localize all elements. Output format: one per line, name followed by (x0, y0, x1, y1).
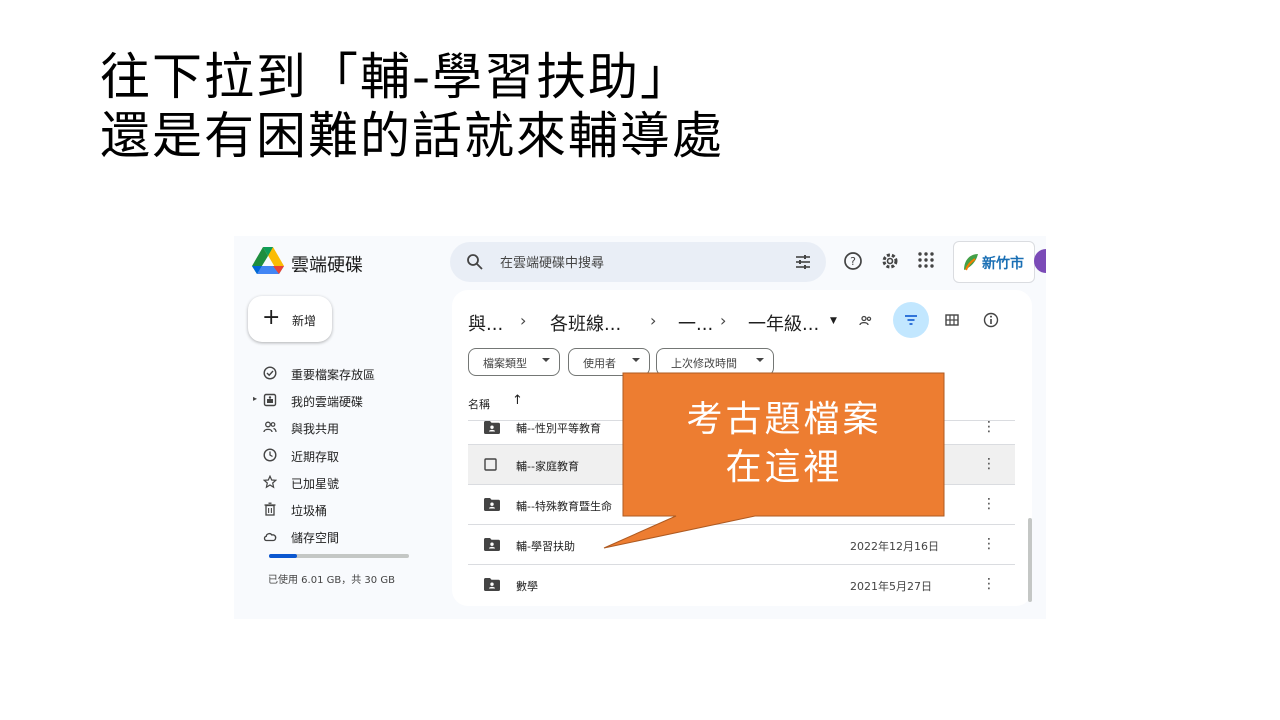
share-people-icon[interactable] (859, 314, 873, 328)
file-modified-date: 2021年5月27日 (850, 580, 932, 593)
file-name: 輔--性別平等教育 (516, 422, 601, 435)
more-options-icon[interactable]: ⋮ (982, 455, 996, 473)
search-bar[interactable] (450, 242, 826, 282)
storage-bar-fill (269, 554, 297, 558)
new-button-label: 新增 (292, 314, 317, 328)
help-icon[interactable]: ? (843, 251, 863, 271)
new-button[interactable]: + 新增 (248, 296, 332, 342)
grid-view-icon[interactable] (945, 314, 959, 326)
sort-arrow-icon[interactable]: ↑ (512, 393, 523, 408)
file-modified-date: 2022年12月16日 (850, 540, 939, 553)
org-name: 新竹市 (982, 256, 1024, 272)
search-options-icon[interactable] (794, 253, 812, 271)
breadcrumb-item[interactable]: 各班線... (550, 310, 621, 336)
chevron-right-icon: › (650, 311, 657, 330)
file-name: 輔--家庭教育 (516, 460, 579, 473)
search-input[interactable] (498, 252, 782, 274)
callout-text: 考古題檔案 在這裡 (624, 396, 944, 492)
sidebar-nav: 重要檔案存放區 ▸ 我的雲端硬碟 與我共用 近期存取 已加星號 垃圾桶 儲存空間 (253, 360, 434, 550)
breadcrumb-item[interactable]: 與... (468, 310, 503, 336)
storage-text: 已使用 6.01 GB，共 30 GB (268, 575, 395, 586)
sidebar-item-label: 近期存取 (291, 449, 340, 464)
file-name: 數學 (516, 580, 538, 593)
more-options-icon[interactable]: ⋮ (982, 535, 996, 553)
trash-icon (264, 502, 276, 516)
sidebar-item-label: 已加星號 (291, 476, 340, 491)
plus-icon: + (262, 305, 281, 330)
file-name: 輔-學習扶助 (516, 540, 575, 553)
callout-line2: 在這裡 (725, 447, 843, 488)
sidebar-item-trash[interactable]: 垃圾桶 (254, 496, 434, 523)
slide-title-line1: 往下拉到「輔-學習扶助」 (100, 48, 693, 106)
sidebar-item-label: 儲存空間 (291, 531, 340, 546)
settings-gear-icon[interactable] (880, 251, 900, 271)
priority-icon (263, 366, 277, 380)
slide-title-line2: 還是有困難的話就來輔導處 (100, 107, 724, 165)
dropdown-arrow-icon (756, 358, 764, 362)
clock-icon (263, 448, 277, 462)
filter-chip-label: 上次修改時間 (671, 357, 737, 370)
dropdown-arrow-icon (542, 358, 550, 362)
sidebar-item-shared[interactable]: 與我共用 (254, 414, 434, 441)
checkbox-icon[interactable] (484, 458, 497, 471)
filter-chip-modified[interactable]: 上次修改時間 (656, 348, 774, 376)
filter-chip-type[interactable]: 檔案類型 (468, 348, 560, 376)
dropdown-arrow-icon (632, 358, 640, 362)
callout-line1: 考古題檔案 (686, 399, 882, 440)
sidebar-item-recent[interactable]: 近期存取 (254, 442, 434, 469)
app-name: 雲端硬碟 (291, 255, 363, 276)
sidebar-item-priority[interactable]: 重要檔案存放區 (254, 360, 434, 387)
chevron-right-icon: › (520, 311, 527, 330)
shared-icon (263, 421, 277, 433)
shared-folder-icon (484, 498, 500, 511)
org-logo-icon (964, 254, 978, 271)
sidebar-item-label: 與我共用 (291, 422, 340, 437)
shared-folder-icon (484, 421, 500, 434)
org-badge[interactable]: 新竹市 (953, 241, 1035, 283)
sidebar-item-my-drive[interactable]: ▸ 我的雲端硬碟 (253, 387, 434, 414)
more-options-icon[interactable]: ⋮ (982, 575, 996, 593)
sidebar-item-label: 我的雲端硬碟 (291, 395, 364, 410)
sidebar-item-starred[interactable]: 已加星號 (254, 469, 434, 496)
more-options-icon[interactable]: ⋮ (982, 495, 996, 513)
expand-caret-icon[interactable]: ▸ (253, 394, 257, 403)
cloud-icon (263, 533, 277, 542)
storage-bar (269, 554, 409, 558)
filter-chip-label: 使用者 (583, 357, 616, 370)
filter-chip-people[interactable]: 使用者 (568, 348, 650, 376)
breadcrumb-current[interactable]: 一年級... (748, 310, 819, 336)
breadcrumb-item[interactable]: 一... (678, 310, 713, 336)
filter-toggle-button[interactable] (893, 302, 929, 338)
scrollbar[interactable] (1028, 518, 1032, 602)
svg-text:?: ? (850, 255, 856, 268)
info-icon[interactable] (983, 312, 999, 328)
filter-icon (905, 315, 917, 325)
my-drive-icon (263, 393, 277, 407)
chevron-down-icon[interactable]: ▼ (830, 316, 837, 326)
table-row[interactable]: 數學 2021年5月27日 ⋮ (468, 564, 1015, 605)
filter-chip-label: 檔案類型 (483, 357, 527, 370)
search-icon (467, 254, 483, 270)
file-name: 輔--特殊教育暨生命 (516, 500, 612, 513)
apps-grid-icon[interactable] (917, 251, 935, 269)
star-icon (263, 474, 277, 489)
shared-folder-icon (484, 538, 500, 551)
sidebar-item-storage[interactable]: 儲存空間 (254, 523, 434, 550)
slide-title: 往下拉到「輔-學習扶助」 還是有困難的話就來輔導處 (100, 48, 724, 166)
drive-logo-icon (252, 247, 284, 274)
sidebar-item-label: 重要檔案存放區 (291, 368, 376, 382)
column-header-name[interactable]: 名稱 (468, 396, 490, 412)
shared-folder-icon (484, 578, 500, 591)
avatar[interactable] (1034, 249, 1046, 273)
more-options-icon[interactable]: ⋮ (982, 418, 996, 436)
table-row[interactable]: 輔-學習扶助 2022年12月16日 ⋮ (468, 524, 1015, 565)
chevron-right-icon: › (720, 311, 727, 330)
sidebar-item-label: 垃圾桶 (291, 503, 328, 518)
